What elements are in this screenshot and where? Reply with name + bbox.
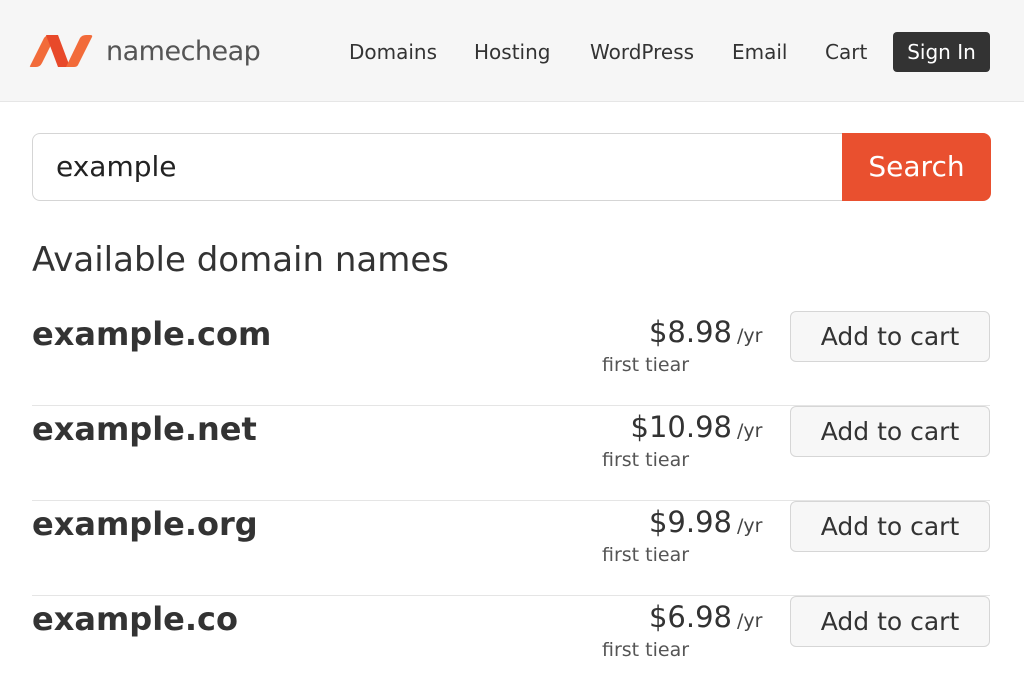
domain-name: example.net	[32, 410, 257, 448]
price-period: /yr	[737, 325, 763, 347]
domain-result-row: example.com $8.98 /yr first tiear Add to…	[32, 311, 990, 406]
domain-price: $6.98	[648, 600, 732, 634]
domain-result-row: example.co $6.98 /yr first tiear Add to …	[32, 596, 990, 683]
price-note: first tiear	[602, 639, 690, 661]
top-header: namecheap Domains Hosting WordPress Emai…	[0, 0, 1024, 102]
nav-hosting[interactable]: Hosting	[474, 32, 550, 72]
domain-name: example.com	[32, 315, 272, 353]
domain-price: $9.98	[648, 505, 732, 539]
domain-name: example.co	[32, 600, 238, 638]
nav-email[interactable]: Email	[732, 32, 788, 72]
price-note: first tiear	[602, 449, 690, 471]
price-note: first tiear	[602, 354, 690, 376]
price-period: /yr	[737, 610, 763, 632]
add-to-cart-button[interactable]: Add to cart	[790, 406, 990, 457]
nav-cart[interactable]: Cart	[825, 32, 867, 72]
domain-search-input[interactable]: example	[32, 133, 842, 201]
domain-name: example.org	[32, 505, 258, 543]
add-to-cart-button[interactable]: Add to cart	[790, 596, 990, 647]
domain-result-row: example.org $9.98 /yr first tiear Add to…	[32, 501, 990, 596]
price-period: /yr	[737, 420, 763, 442]
results-title: Available domain names	[32, 240, 449, 280]
nav-domains[interactable]: Domains	[349, 32, 437, 72]
price-period: /yr	[737, 515, 763, 537]
add-to-cart-button[interactable]: Add to cart	[790, 501, 990, 552]
sign-in-button[interactable]: Sign In	[893, 32, 990, 72]
add-to-cart-button[interactable]: Add to cart	[790, 311, 990, 362]
domain-result-row: example.net $10.98 /yr first tiear Add t…	[32, 406, 990, 501]
search-button[interactable]: Search	[842, 133, 991, 201]
price-note: first tiear	[602, 544, 690, 566]
domain-price: $8.98	[648, 315, 732, 349]
nav-wordpress[interactable]: WordPress	[590, 32, 694, 72]
domain-price: $10.98	[630, 410, 732, 444]
main-nav: Domains Hosting WordPress Email Cart	[0, 32, 1024, 72]
